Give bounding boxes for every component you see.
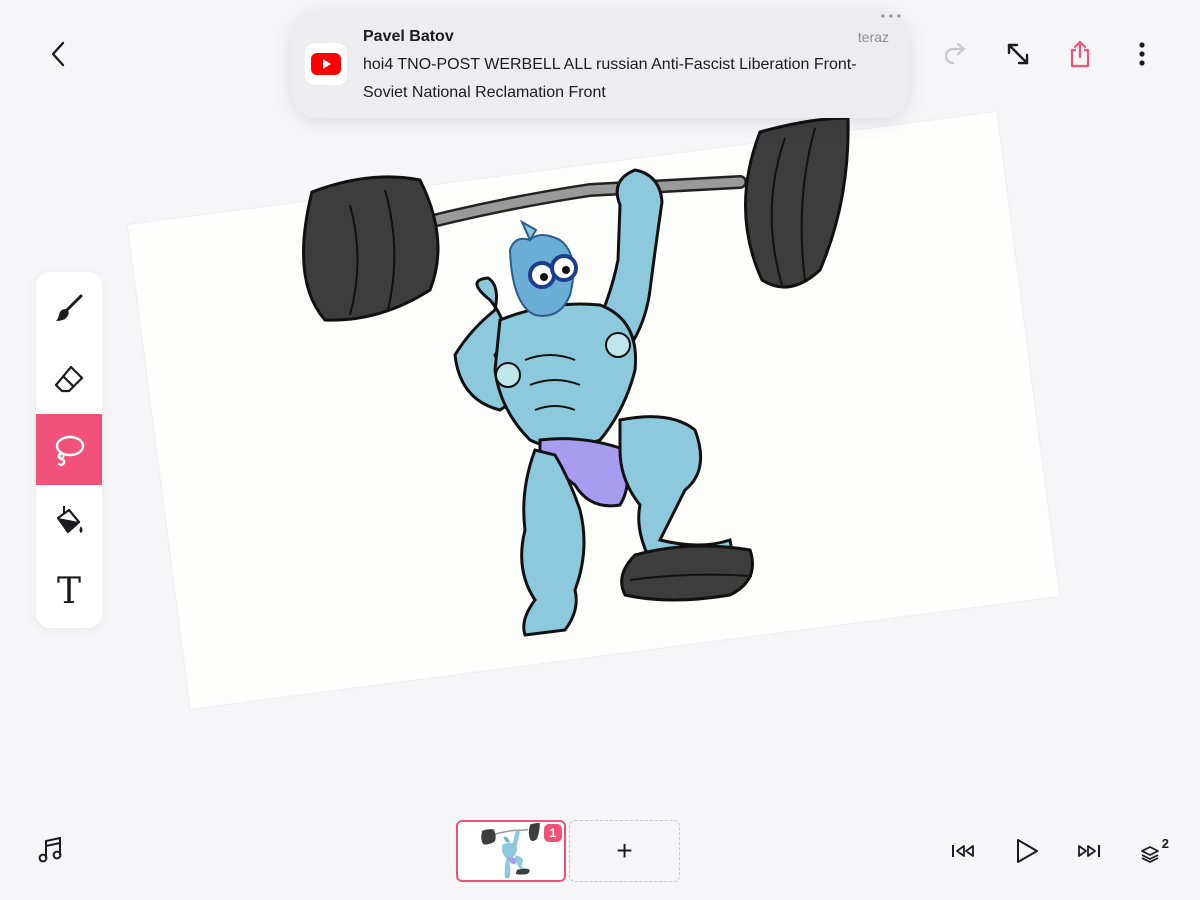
music-button[interactable] xyxy=(34,834,66,866)
back-button[interactable] xyxy=(40,36,76,72)
play-button[interactable] xyxy=(1010,834,1044,868)
frame-number-badge: 1 xyxy=(544,824,562,842)
add-frame-button[interactable]: + xyxy=(569,820,680,882)
brush-tool[interactable] xyxy=(36,272,102,343)
text-tool[interactable]: T xyxy=(36,556,102,627)
fullscreen-button[interactable] xyxy=(1000,36,1036,72)
redo-button[interactable] xyxy=(938,38,974,70)
brush-icon xyxy=(56,294,83,321)
notification-message: hoi4 TNO-POST WERBELL ALL russian Anti-F… xyxy=(363,56,857,101)
notification-banner[interactable]: Pavel Batov teraz hoi4 TNO-POST WERBELL … xyxy=(291,10,909,118)
eraser-tool[interactable] xyxy=(36,343,102,414)
fill-tool[interactable] xyxy=(36,485,102,556)
last-frame-button[interactable] xyxy=(1072,836,1104,866)
lasso-tool[interactable] xyxy=(36,414,102,485)
tool-panel: T xyxy=(36,272,102,628)
more-button[interactable] xyxy=(1126,36,1158,72)
notification-time: teraz xyxy=(857,29,889,45)
paint-bucket-icon xyxy=(56,505,83,533)
first-frame-button[interactable] xyxy=(948,836,980,866)
share-button[interactable] xyxy=(1062,36,1098,72)
redo-icon xyxy=(944,43,966,65)
skip-forward-icon xyxy=(1078,845,1100,857)
layers-button[interactable]: 2 xyxy=(1134,834,1170,868)
notification-handle-icon xyxy=(881,14,901,18)
drawing-artwork xyxy=(302,116,850,637)
notification-sender: Pavel Batov xyxy=(363,28,454,45)
eraser-icon xyxy=(54,365,84,392)
skip-back-icon xyxy=(952,845,974,857)
frame-thumbnail[interactable]: 1 xyxy=(456,820,566,882)
lasso-icon xyxy=(55,435,85,466)
layers-count: 2 xyxy=(1161,836,1169,851)
expand-icon xyxy=(1007,43,1029,65)
chevron-left-icon xyxy=(51,41,65,67)
play-icon xyxy=(1017,839,1038,863)
share-icon xyxy=(1070,40,1090,68)
music-note-icon xyxy=(38,836,62,863)
more-vertical-icon xyxy=(1139,42,1145,66)
youtube-icon xyxy=(305,43,347,85)
text-icon: T xyxy=(56,570,81,612)
